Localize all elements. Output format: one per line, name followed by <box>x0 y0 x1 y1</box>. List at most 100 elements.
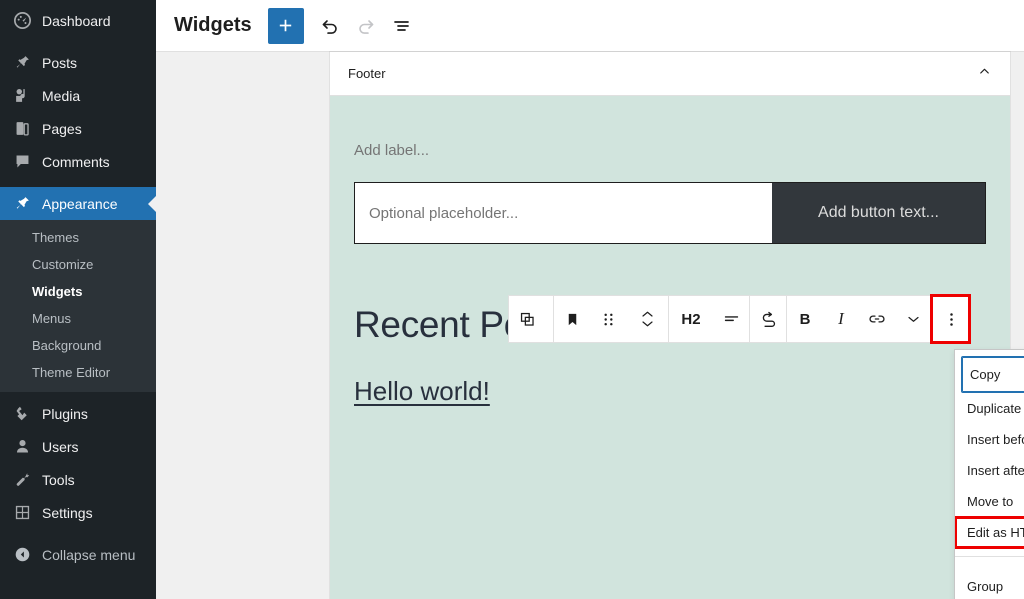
italic-button[interactable]: I <box>823 296 859 342</box>
menu-item-group[interactable]: Group <box>955 571 1024 599</box>
widget-area-title: Footer <box>348 66 386 81</box>
plugins-icon <box>11 404 33 424</box>
sidebar-item-label: Collapse menu <box>42 546 136 563</box>
media-icon <box>11 86 33 106</box>
menu-item-insert-before[interactable]: Insert before Ctrl+Alt+T <box>955 424 1024 455</box>
drag-handle-icon[interactable] <box>590 296 626 342</box>
settings-icon <box>11 503 33 523</box>
comment-icon <box>11 152 33 172</box>
bold-button[interactable]: B <box>787 296 823 342</box>
sidebar-divider <box>0 178 156 187</box>
pages-icon <box>11 119 33 139</box>
menu-item-label: Move to <box>967 494 1014 509</box>
sidebar-item-comments[interactable]: Comments <box>0 145 156 178</box>
menu-item-label: Insert before <box>967 432 1024 447</box>
search-label-placeholder[interactable]: Add label... <box>354 96 986 159</box>
sidebar-item-label: Media <box>42 87 81 104</box>
block-toolbar: H2 B I <box>508 294 971 344</box>
sidebar-item-plugins[interactable]: Plugins <box>0 397 156 430</box>
copy-blocks-icon[interactable] <box>509 296 545 342</box>
sidebar-item-label: Tools <box>42 471 75 488</box>
pin-icon <box>11 53 33 73</box>
sidebar-item-label: Dashboard <box>42 12 111 29</box>
tools-icon <box>11 470 33 490</box>
menu-item-label: Group <box>967 579 1004 594</box>
add-block-button[interactable] <box>267 7 304 44</box>
sidebar-item-settings[interactable]: Settings <box>0 496 156 529</box>
submenu-item-theme-editor[interactable]: Theme Editor <box>0 359 156 386</box>
search-input[interactable]: Optional placeholder... <box>355 183 772 243</box>
menu-item-duplicate[interactable]: Duplicate Ctrl+Shift+D <box>955 393 1024 424</box>
align-text-icon[interactable] <box>713 296 749 342</box>
sidebar-item-label: Comments <box>42 153 110 170</box>
dropdown-scroll-area: Copy Duplicate Ctrl+Shift+D Insert befor… <box>955 350 1024 599</box>
menu-item-label: Insert after <box>967 463 1024 478</box>
admin-sidebar: Dashboard Posts Media Pages Comments App… <box>0 0 156 599</box>
collapse-icon <box>11 545 33 565</box>
more-formatting-icon[interactable] <box>895 296 931 342</box>
sidebar-item-pages[interactable]: Pages <box>0 112 156 145</box>
menu-item-insert-after[interactable]: Insert after Ctrl+Alt+Y <box>955 455 1024 486</box>
move-arrows-icon[interactable] <box>626 296 668 342</box>
toolbar-group-transform <box>750 296 787 342</box>
toolbar-group-format: B I <box>787 296 932 342</box>
chevron-up-icon[interactable] <box>977 64 992 84</box>
options-ellipsis-button[interactable] <box>933 296 969 342</box>
sidebar-item-label: Settings <box>42 504 93 521</box>
editor-canvas: Footer Add label... Optional placeholder… <box>156 52 1024 599</box>
main-region: Widgets Footer Add label... Optional pla… <box>156 0 1024 599</box>
submenu-item-customize[interactable]: Customize <box>0 251 156 278</box>
toolbar-group-copy <box>509 296 545 342</box>
sidebar-item-label: Users <box>42 438 79 455</box>
sidebar-item-collapse-menu[interactable]: Collapse menu <box>0 538 156 571</box>
menu-item-copy[interactable]: Copy <box>961 356 1024 393</box>
submenu-item-widgets[interactable]: Widgets <box>0 278 156 305</box>
link-icon[interactable] <box>859 296 895 342</box>
search-button[interactable]: Add button text... <box>772 183 985 243</box>
appearance-submenu: Themes Customize Widgets Menus Backgroun… <box>0 220 156 392</box>
heading-level-button[interactable]: H2 <box>669 296 713 342</box>
transform-icon[interactable] <box>750 296 786 342</box>
submenu-item-menus[interactable]: Menus <box>0 305 156 332</box>
sidebar-item-users[interactable]: Users <box>0 430 156 463</box>
users-icon <box>11 437 33 457</box>
move-up-down-arrows[interactable] <box>632 296 662 342</box>
sidebar-item-media[interactable]: Media <box>0 79 156 112</box>
post-link-hello-world[interactable]: Hello world! <box>354 376 490 407</box>
menu-item-label: Copy <box>970 367 1001 382</box>
undo-button[interactable] <box>312 8 348 44</box>
sidebar-divider <box>0 37 156 46</box>
appearance-icon <box>11 194 33 214</box>
menu-item-label: Duplicate <box>967 401 1022 416</box>
sidebar-divider <box>0 529 156 538</box>
sidebar-item-appearance[interactable]: Appearance <box>0 187 156 220</box>
submenu-item-background[interactable]: Background <box>0 332 156 359</box>
editor-topbar: Widgets <box>156 0 1024 52</box>
menu-item-label: Edit as HTML <box>967 525 1024 540</box>
toolbar-group-options <box>930 294 971 344</box>
wordpress-widgets-screen: Dashboard Posts Media Pages Comments App… <box>0 0 1024 599</box>
search-block: Optional placeholder... Add button text.… <box>354 182 986 244</box>
sidebar-item-dashboard[interactable]: Dashboard <box>0 4 156 37</box>
toolbar-group-heading: H2 <box>669 296 750 342</box>
sidebar-item-posts[interactable]: Posts <box>0 46 156 79</box>
menu-item-move-to[interactable]: Move to <box>955 486 1024 517</box>
redo-button[interactable] <box>348 8 384 44</box>
sidebar-item-label: Pages <box>42 120 82 137</box>
sidebar-item-tools[interactable]: Tools <box>0 463 156 496</box>
widget-area-body: Add label... Optional placeholder... Add… <box>330 96 1010 407</box>
widget-area-header[interactable]: Footer <box>330 52 1010 96</box>
sidebar-item-label: Posts <box>42 54 78 71</box>
list-view-button[interactable] <box>384 8 420 44</box>
submenu-item-themes[interactable]: Themes <box>0 224 156 251</box>
page-title: Widgets <box>174 14 252 36</box>
dropdown-group-1: Copy Duplicate Ctrl+Shift+D Insert befor… <box>955 350 1024 557</box>
menu-item-edit-as-html[interactable]: Edit as HTML <box>955 516 1024 549</box>
sidebar-item-label: Appearance <box>42 195 118 212</box>
dashboard-icon <box>11 11 33 31</box>
bookmark-icon[interactable] <box>554 296 590 342</box>
dropdown-group-2: Group <box>955 557 1024 599</box>
block-options-dropdown: Copy Duplicate Ctrl+Shift+D Insert befor… <box>954 349 1024 599</box>
toolbar-group-block <box>553 296 669 342</box>
sidebar-item-label: Plugins <box>42 405 88 422</box>
